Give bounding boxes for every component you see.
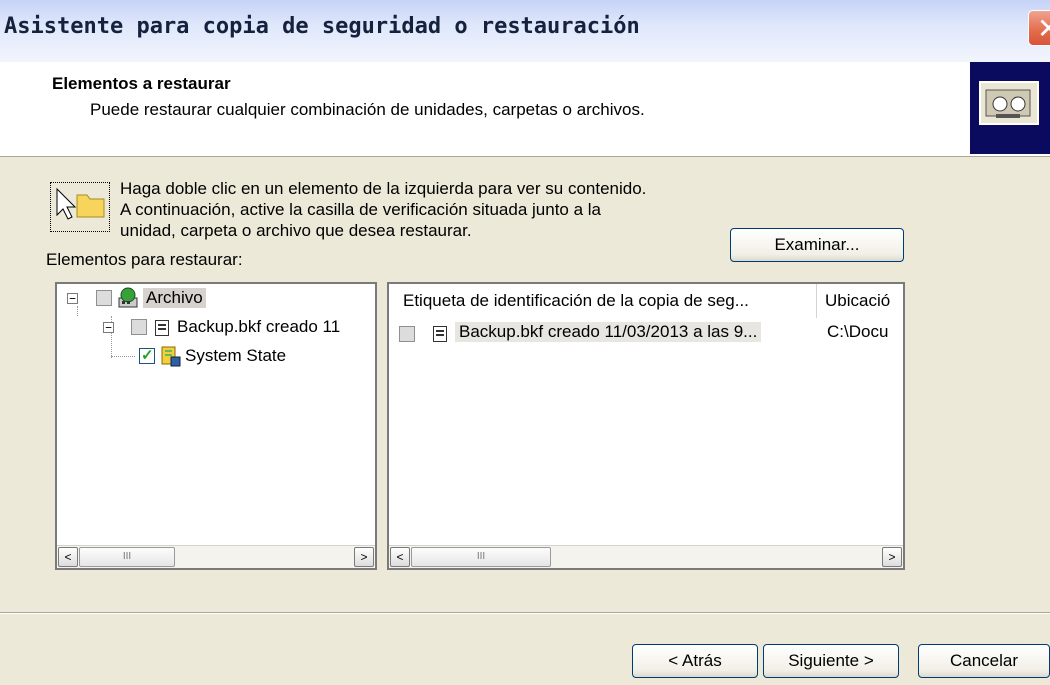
instructions: Haga doble clic en un elemento de la izq… xyxy=(120,178,646,241)
restore-tree-view[interactable]: − Archivo − Backup.bkf creado 11 System … xyxy=(55,282,377,570)
back-button[interactable]: < Atrás xyxy=(632,644,758,678)
scroll-right-button[interactable]: > xyxy=(354,547,374,567)
backup-list-view[interactable]: Etiqueta de identificación de la copia d… xyxy=(387,282,905,570)
instruction-line-1: Haga doble clic en un elemento de la izq… xyxy=(120,179,647,198)
close-button[interactable]: ✕ xyxy=(1028,10,1050,46)
tree-item-archivo[interactable]: Archivo xyxy=(143,288,206,308)
tree-expander-root[interactable]: − xyxy=(67,293,78,304)
tree-line xyxy=(111,356,135,357)
row-label: Backup.bkf creado 11/03/2013 a las 9... xyxy=(455,322,762,342)
system-state-icon xyxy=(159,345,181,367)
instruction-line-2: A continuación, active la casilla de ver… xyxy=(120,200,602,219)
instruction-line-3: unidad, carpeta o archivo que desea rest… xyxy=(120,221,472,240)
backup-drive-icon xyxy=(117,287,139,309)
tree-horizontal-scrollbar[interactable]: < III > xyxy=(57,545,375,568)
items-to-restore-label: Elementos para restaurar: xyxy=(46,250,243,269)
tree-checkbox-backup[interactable] xyxy=(131,319,147,335)
page-title: Elementos a restaurar xyxy=(52,74,231,93)
scroll-thumb[interactable]: III xyxy=(411,547,551,567)
column-header-label[interactable]: Etiqueta de identificación de la copia d… xyxy=(389,284,817,318)
browse-button[interactable]: Examinar... xyxy=(730,228,904,262)
scroll-right-button[interactable]: > xyxy=(882,547,902,567)
tree-item-system-state[interactable]: System State xyxy=(185,346,286,366)
tree-line xyxy=(77,306,78,316)
backup-logo-icon xyxy=(970,62,1050,154)
column-header-location[interactable]: Ubicació xyxy=(817,284,903,318)
close-icon: ✕ xyxy=(1037,12,1050,45)
footer-separator xyxy=(0,612,1050,614)
tree-checkbox-system-state[interactable] xyxy=(139,346,155,364)
row-location: C:\Docu xyxy=(827,322,889,341)
scroll-thumb[interactable]: III xyxy=(79,547,175,567)
window-title: Asistente para copia de seguridad o rest… xyxy=(4,14,640,39)
next-button[interactable]: Siguiente > xyxy=(763,644,899,678)
backup-file-icon xyxy=(155,320,169,336)
table-row[interactable]: Backup.bkf creado 11/03/2013 a las 9... … xyxy=(389,318,903,348)
list-horizontal-scrollbar[interactable]: < III > xyxy=(389,545,903,568)
page-subtitle: Puede restaurar cualquier combinación de… xyxy=(90,100,645,119)
double-click-folder-icon xyxy=(50,182,110,232)
title-bar: Asistente para copia de seguridad o rest… xyxy=(0,0,1050,62)
tree-item-backup[interactable]: Backup.bkf creado 11 xyxy=(177,317,340,337)
wizard-header: Elementos a restaurar Puede restaurar cu… xyxy=(0,62,1050,157)
cancel-button[interactable]: Cancelar xyxy=(918,644,1050,678)
backup-file-icon xyxy=(433,326,447,342)
tree-checkbox-root[interactable] xyxy=(96,290,112,306)
scroll-left-button[interactable]: < xyxy=(390,547,410,567)
row-checkbox[interactable] xyxy=(399,326,415,342)
scroll-left-button[interactable]: < xyxy=(58,547,78,567)
tree-expander-backup[interactable]: − xyxy=(103,322,114,333)
